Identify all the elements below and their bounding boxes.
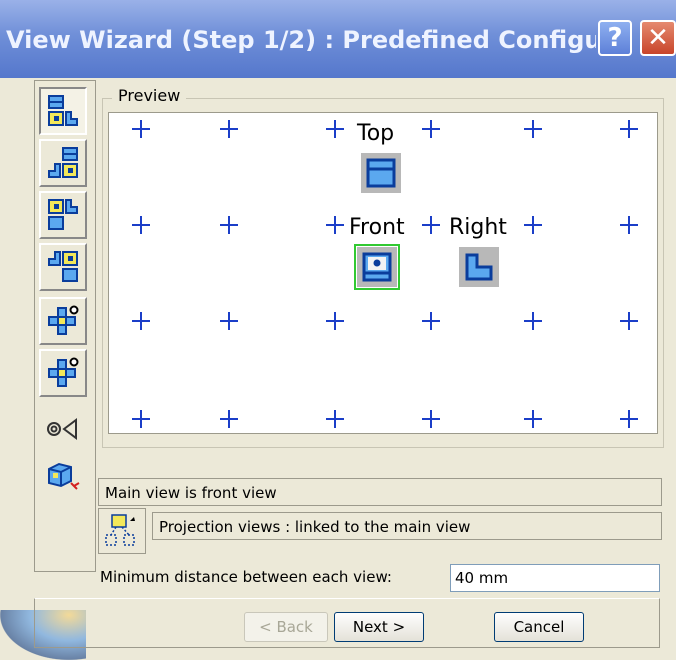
config-cross-right-icon[interactable] (39, 297, 87, 345)
top-view-icon[interactable] (361, 153, 401, 193)
configuration-toolbar (34, 80, 96, 572)
grid-plus-marker (326, 410, 344, 428)
config-cross-left-icon[interactable] (39, 349, 87, 397)
cancel-button[interactable]: Cancel (494, 612, 584, 642)
window-title: View Wizard (Step 1/2) : Predefined Conf… (6, 26, 596, 54)
title-bar[interactable]: View Wizard (Step 1/2) : Predefined Conf… (0, 0, 676, 78)
projection-method-icon[interactable] (39, 405, 87, 453)
linked-views-icon[interactable] (98, 508, 146, 554)
main-view-status: Main view is front view (98, 478, 662, 506)
grid-plus-marker (524, 120, 542, 138)
help-button[interactable]: ? (598, 20, 632, 56)
next-button[interactable]: Next > (334, 612, 424, 642)
grid-plus-marker (132, 120, 150, 138)
config-front-left-bottom-icon[interactable] (39, 243, 87, 291)
grid-plus-marker (524, 312, 542, 330)
grid-plus-marker (132, 216, 150, 234)
config-front-right-bottom-icon[interactable] (39, 191, 87, 239)
config-front-right-top-icon[interactable] (39, 87, 87, 135)
grid-plus-marker (422, 120, 440, 138)
grid-plus-marker (524, 216, 542, 234)
grid-plus-marker (220, 120, 238, 138)
grid-plus-marker (220, 216, 238, 234)
grid-plus-marker (422, 312, 440, 330)
grid-plus-marker (620, 216, 638, 234)
grid-plus-marker (326, 120, 344, 138)
grid-plus-marker (422, 410, 440, 428)
grid-plus-marker (620, 120, 638, 138)
grid-plus-marker (132, 410, 150, 428)
grid-plus-marker (620, 410, 638, 428)
preview-label: Preview (112, 86, 187, 105)
top-view-label: Top (357, 121, 395, 146)
front-view-label: Front (349, 215, 405, 240)
projection-status: Projection views : linked to the main vi… (152, 512, 662, 540)
distance-label: Minimum distance between each view: (100, 568, 392, 586)
distance-input[interactable] (450, 564, 660, 592)
grid-plus-marker (220, 312, 238, 330)
grid-plus-marker (326, 216, 344, 234)
grid-plus-marker (326, 312, 344, 330)
grid-plus-marker (422, 216, 440, 234)
right-view-icon[interactable] (459, 247, 499, 287)
isometric-view-icon[interactable] (39, 453, 87, 501)
right-view-label: Right (449, 215, 507, 240)
front-view-icon[interactable] (354, 244, 400, 290)
grid-plus-marker (220, 410, 238, 428)
close-button[interactable]: ✕ (640, 20, 676, 56)
back-button[interactable]: < Back (244, 612, 328, 642)
grid-plus-marker (132, 312, 150, 330)
grid-plus-marker (524, 410, 542, 428)
grid-plus-marker (620, 312, 638, 330)
config-front-left-top-icon[interactable] (39, 139, 87, 187)
preview-canvas[interactable]: Top Front Right (108, 112, 658, 434)
